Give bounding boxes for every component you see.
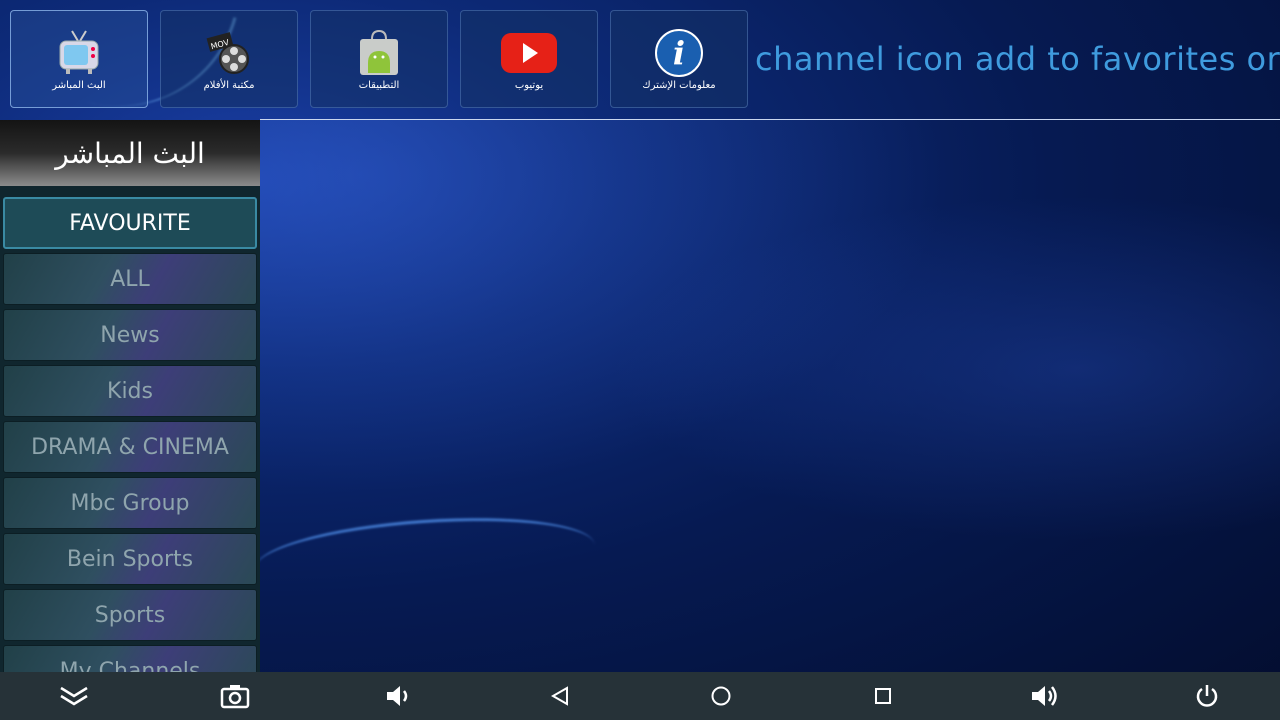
youtube-icon	[499, 28, 559, 78]
home-icon[interactable]	[701, 680, 741, 712]
live-tv-icon	[49, 28, 109, 78]
category-item-all[interactable]: ALL	[3, 253, 257, 305]
recents-icon[interactable]	[863, 680, 903, 712]
marquee-hint-text: channel icon add to favorites or r	[755, 40, 1280, 78]
category-item-drama-cinema[interactable]: DRAMA & CINEMA	[3, 421, 257, 473]
info-icon: i	[649, 28, 709, 78]
divider	[260, 119, 1280, 120]
category-item-kids[interactable]: Kids	[3, 365, 257, 417]
app-bar: البث المباشر MOV مكتبة الأفلام التطبيقات…	[0, 0, 1280, 120]
app-tile-youtube[interactable]: يوتيوب	[460, 10, 598, 108]
app-tile-label: يوتيوب	[514, 79, 544, 91]
category-item-mbc-group[interactable]: Mbc Group	[3, 477, 257, 529]
chevron-down-icon[interactable]	[54, 680, 94, 712]
app-tile-movies[interactable]: MOV مكتبة الأفلام	[160, 10, 298, 108]
volume-down-icon[interactable]	[378, 680, 418, 712]
app-tile-subscription-info[interactable]: i معلومات الإشترك	[610, 10, 748, 108]
category-item-my-channels[interactable]: My Channels	[3, 645, 257, 672]
app-tile-label: التطبيقات	[358, 79, 400, 91]
category-item-favourite[interactable]: FAVOURITE	[3, 197, 257, 249]
volume-up-icon[interactable]	[1025, 680, 1065, 712]
category-item-news[interactable]: News	[3, 309, 257, 361]
app-tile-live-tv[interactable]: البث المباشر	[10, 10, 148, 108]
panel-title: البث المباشر	[0, 120, 260, 186]
app-tile-label: مكتبة الأفلام	[203, 79, 255, 91]
system-nav-bar	[0, 672, 1280, 720]
android-bag-icon	[349, 28, 409, 78]
camera-icon[interactable]	[215, 680, 255, 712]
category-item-sports[interactable]: Sports	[3, 589, 257, 641]
power-icon[interactable]	[1187, 680, 1227, 712]
category-item-bein-sports[interactable]: Bein Sports	[3, 533, 257, 585]
app-tile-apps[interactable]: التطبيقات	[310, 10, 448, 108]
app-tile-label: معلومات الإشترك	[642, 79, 716, 91]
film-reel-icon: MOV	[199, 28, 259, 78]
svg-text:i: i	[673, 34, 685, 72]
back-icon[interactable]	[540, 680, 580, 712]
category-list[interactable]: FAVOURITE ALL News Kids DRAMA & CINEMA M…	[0, 186, 260, 672]
app-tile-label: البث المباشر	[52, 79, 106, 91]
